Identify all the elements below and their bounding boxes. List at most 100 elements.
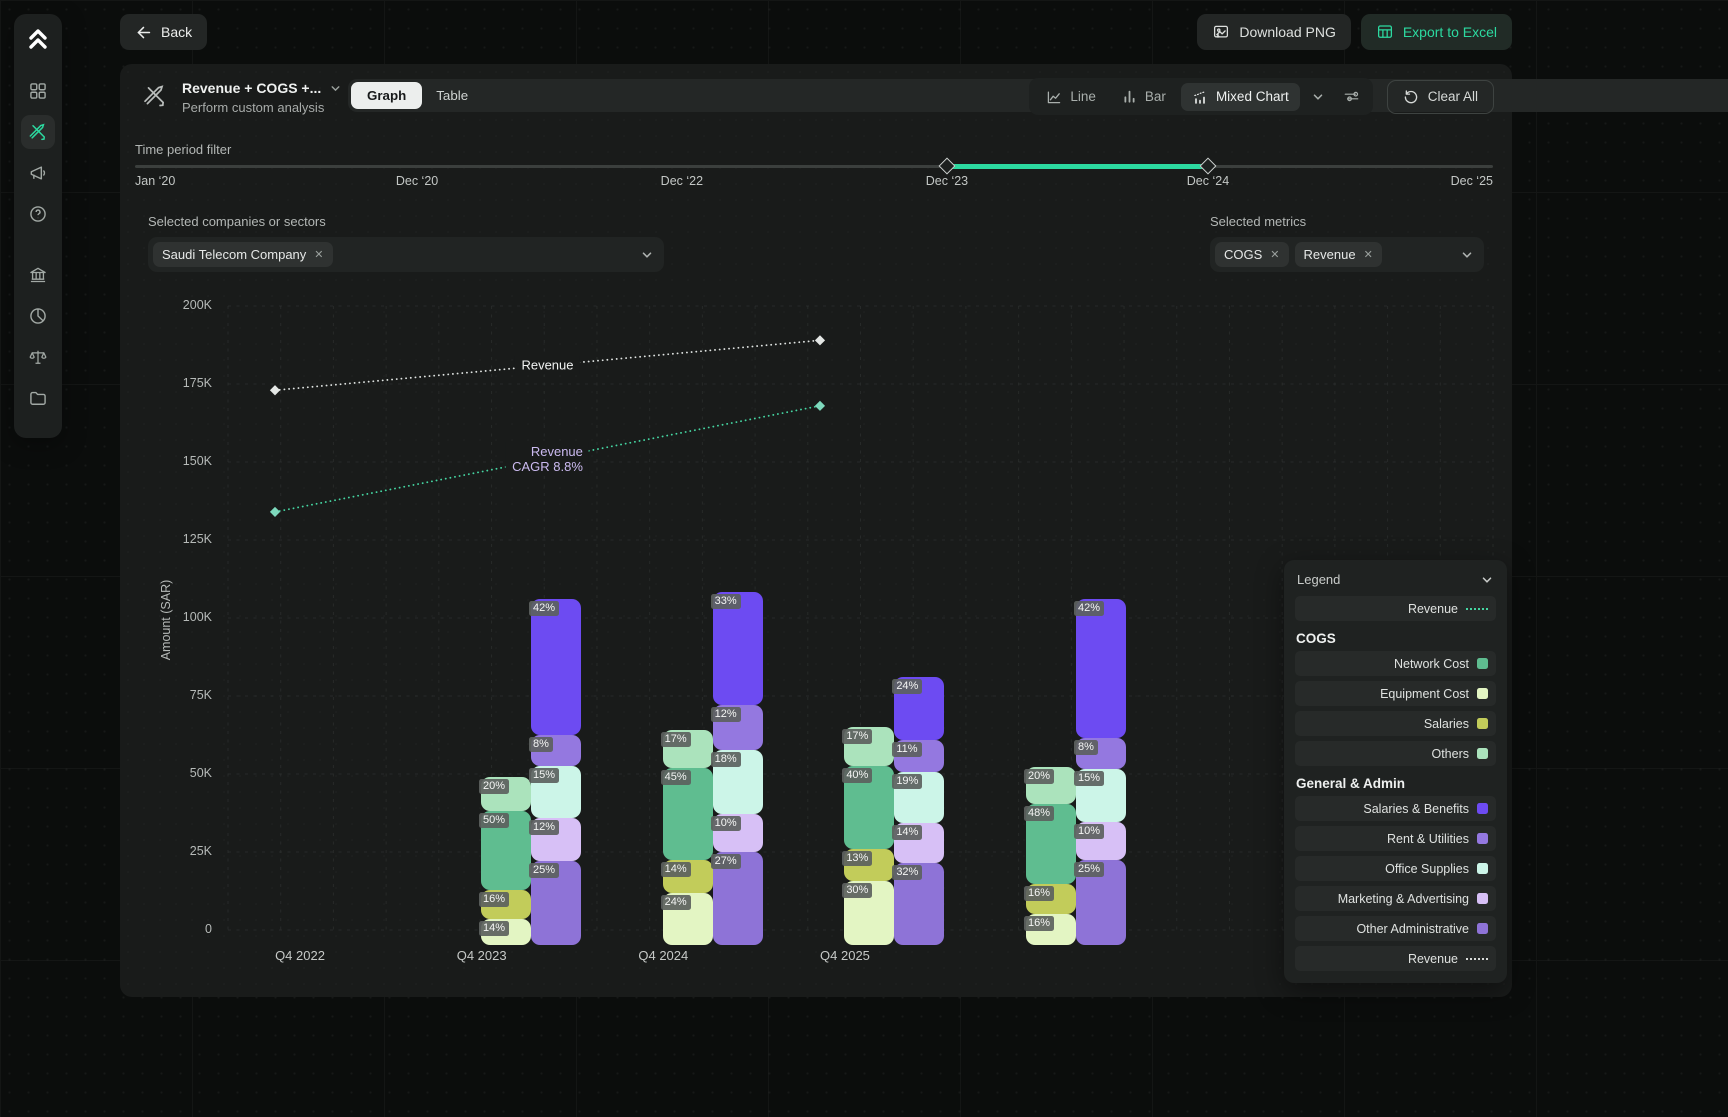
tool-header: Revenue + COGS +... Perform custom analy… (142, 80, 342, 115)
remove-chip-icon[interactable]: ✕ (1364, 248, 1373, 261)
sidebar-item-banks[interactable] (21, 258, 55, 292)
clear-all-label: Clear All (1428, 89, 1478, 104)
trend-line-label: Revenue (515, 356, 579, 375)
line-chart-icon (1046, 89, 1062, 105)
legend-entry[interactable]: Marketing & Advertising (1295, 886, 1496, 911)
chip-label: Saudi Telecom Company (162, 247, 306, 262)
back-button[interactable]: Back (120, 14, 207, 50)
selected-chip[interactable]: Saudi Telecom Company ✕ (153, 242, 333, 267)
chart-type-bar[interactable]: Bar (1111, 83, 1177, 110)
legend-color-swatch (1477, 658, 1488, 669)
legend-entry[interactable]: Salaries (1295, 711, 1496, 736)
tool-title[interactable]: Revenue + COGS +... (182, 80, 321, 96)
legend-color-swatch (1477, 893, 1488, 904)
remove-chip-icon[interactable]: ✕ (314, 248, 323, 261)
legend-entry[interactable]: Salaries & Benefits (1295, 796, 1496, 821)
trend-line-label: RevenueCAGR 8.8% (506, 442, 589, 476)
metric-chips: COGS✕Revenue✕ (1215, 242, 1382, 267)
analysis-panel: Revenue + COGS +... Perform custom analy… (120, 64, 1512, 997)
sidebar-item-files[interactable] (21, 381, 55, 415)
sidebar-item-compare[interactable] (21, 340, 55, 374)
chevron-down-icon[interactable] (640, 248, 654, 262)
download-png-button[interactable]: Download PNG (1197, 14, 1351, 50)
slider-handle-end[interactable] (1199, 158, 1216, 175)
legend-panel: Legend RevenueCOGSNetwork CostEquipment … (1284, 560, 1507, 983)
tab-graph[interactable]: Graph (351, 82, 422, 109)
sidebar-item-announcements[interactable] (21, 156, 55, 190)
sidebar-item-reports[interactable] (21, 299, 55, 333)
legend-color-swatch (1477, 863, 1488, 874)
chip-label: COGS (1224, 247, 1262, 262)
companies-select[interactable]: Saudi Telecom Company ✕ (148, 237, 664, 272)
slider-track[interactable] (135, 165, 1493, 168)
metrics-label: Selected metrics (1210, 214, 1484, 229)
legend-entry-label: Rent & Utilities (1387, 832, 1469, 846)
export-to-excel-button[interactable]: Export to Excel (1361, 14, 1512, 50)
app-root: Back Download PNG Export to Excel Revenu… (0, 0, 1728, 1117)
time-filter-label: Time period filter (135, 142, 231, 157)
legend-entry-label: Others (1431, 747, 1469, 761)
chart-type-bar-label: Bar (1145, 89, 1166, 104)
sidebar (14, 14, 62, 438)
legend-entry-label: Revenue (1408, 602, 1458, 616)
chart-type-line[interactable]: Line (1035, 83, 1107, 111)
chart-type-dropdown-chevron[interactable] (1304, 84, 1332, 110)
time-tick-label: Dec ‘24 (1187, 174, 1229, 188)
chart-type-mixed[interactable]: Mixed Chart (1181, 83, 1300, 111)
legend-entry-label: Revenue (1408, 952, 1458, 966)
time-tick-label: Dec ‘23 (926, 174, 968, 188)
legend-line-swatch (1466, 608, 1488, 610)
legend-entry-label: Salaries & Benefits (1363, 802, 1469, 816)
legend-color-swatch (1477, 688, 1488, 699)
companies-select-group: Selected companies or sectors Saudi Tele… (148, 214, 664, 272)
spreadsheet-icon (1376, 23, 1394, 41)
image-download-icon (1212, 23, 1230, 41)
remove-chip-icon[interactable]: ✕ (1270, 248, 1279, 261)
legend-entry[interactable]: Others (1295, 741, 1496, 766)
time-range-slider[interactable] (135, 164, 1493, 170)
legend-entry-label: Salaries (1424, 717, 1469, 731)
app-logo-icon[interactable] (26, 26, 50, 52)
time-tick-label: Dec ‘22 (661, 174, 703, 188)
chart-type-mixed-label: Mixed Chart (1216, 89, 1289, 104)
slider-handle-start[interactable] (938, 158, 955, 175)
reset-icon (1403, 89, 1419, 105)
legend-entry[interactable]: Other Administrative (1295, 916, 1496, 941)
sidebar-item-dashboard[interactable] (21, 74, 55, 108)
tab-table[interactable]: Table (422, 82, 482, 109)
download-png-label: Download PNG (1239, 24, 1336, 40)
companies-label: Selected companies or sectors (148, 214, 664, 229)
legend-entry[interactable]: Revenue (1295, 946, 1496, 971)
legend-entry-label: Marketing & Advertising (1338, 892, 1469, 906)
legend-entry-label: Equipment Cost (1380, 687, 1469, 701)
legend-entry-label: Office Supplies (1385, 862, 1469, 876)
topbar-actions: Download PNG Export to Excel (1197, 14, 1512, 50)
metrics-select[interactable]: COGS✕Revenue✕ (1210, 237, 1484, 272)
slider-selected-range[interactable] (947, 164, 1208, 169)
chevron-down-icon[interactable] (329, 82, 342, 95)
legend-entry-label: Network Cost (1394, 657, 1469, 671)
legend-entry[interactable]: Revenue (1295, 596, 1496, 621)
chart-type-line-label: Line (1070, 89, 1096, 104)
chevron-down-icon[interactable] (1460, 248, 1474, 262)
chevron-down-icon[interactable] (1480, 573, 1494, 587)
legend-entry[interactable]: Office Supplies (1295, 856, 1496, 881)
legend-entry[interactable]: Equipment Cost (1295, 681, 1496, 706)
back-label: Back (161, 24, 192, 40)
time-tick-label: Jan ‘20 (135, 174, 175, 188)
selected-chip[interactable]: Revenue✕ (1295, 242, 1382, 267)
chart-settings-icon[interactable] (1336, 82, 1367, 111)
legend-color-swatch (1477, 833, 1488, 844)
company-chips: Saudi Telecom Company ✕ (153, 242, 333, 267)
legend-color-swatch (1477, 718, 1488, 729)
clear-all-button[interactable]: Clear All (1387, 80, 1494, 114)
mixed-chart-icon (1192, 89, 1208, 105)
bar-chart-icon (1122, 89, 1137, 104)
legend-entry[interactable]: Network Cost (1295, 651, 1496, 676)
sidebar-item-custom-analysis[interactable] (21, 115, 55, 149)
sidebar-item-help[interactable] (21, 197, 55, 231)
legend-color-swatch (1477, 923, 1488, 934)
legend-entry[interactable]: Rent & Utilities (1295, 826, 1496, 851)
legend-title: Legend (1297, 572, 1340, 587)
selected-chip[interactable]: COGS ✕ (1215, 242, 1289, 267)
